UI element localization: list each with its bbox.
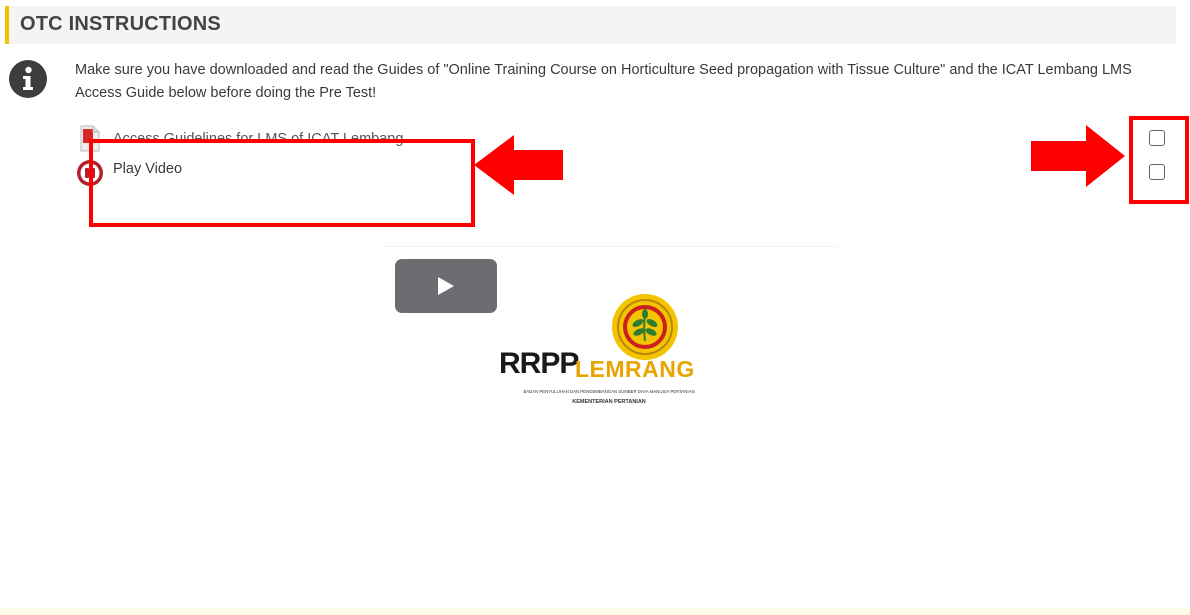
instructions-text: Make sure you have downloaded and read t… [75,62,1132,101]
bppsdmp-logo: RRPP LEMRANG BADAN PENYULUHAN DAN PENGEM… [497,293,719,413]
play-button[interactable] [395,259,497,313]
bppsdmp-emblem-icon [612,294,678,360]
highlight-box-activities [89,139,475,227]
activity-play-video-link[interactable]: Play Video [113,161,182,177]
play-icon [438,277,454,295]
section-title: OTC INSTRUCTIONS [20,13,221,35]
video-icon [76,158,104,186]
svg-text:LEMRANG: LEMRANG [575,356,695,382]
info-icon [8,59,48,99]
activity-pdf-guide-link[interactable]: Access Guidelines for LMS of ICAT Lemban… [113,131,403,147]
svg-text:KEMENTERIAN PERTANIAN: KEMENTERIAN PERTANIAN [572,399,646,405]
arrow-right-icon [1031,125,1126,187]
video-player[interactable]: RRPP LEMRANG BADAN PENYULUHAN DAN PENGEM… [383,246,838,477]
arrow-left-icon [474,135,564,195]
completion-checkbox-play-video[interactable] [1149,164,1165,180]
section-header: OTC INSTRUCTIONS [5,6,1176,44]
svg-text:RRPP: RRPP [499,347,578,380]
svg-text:BADAN PENYULUHAN DAN PENGEMBAN: BADAN PENYULUHAN DAN PENGEMBANGAN SUMBER… [523,389,694,394]
pdf-icon [76,125,104,153]
completion-checkbox-pdf-guide[interactable] [1149,130,1165,146]
bottom-bar [0,608,1190,615]
